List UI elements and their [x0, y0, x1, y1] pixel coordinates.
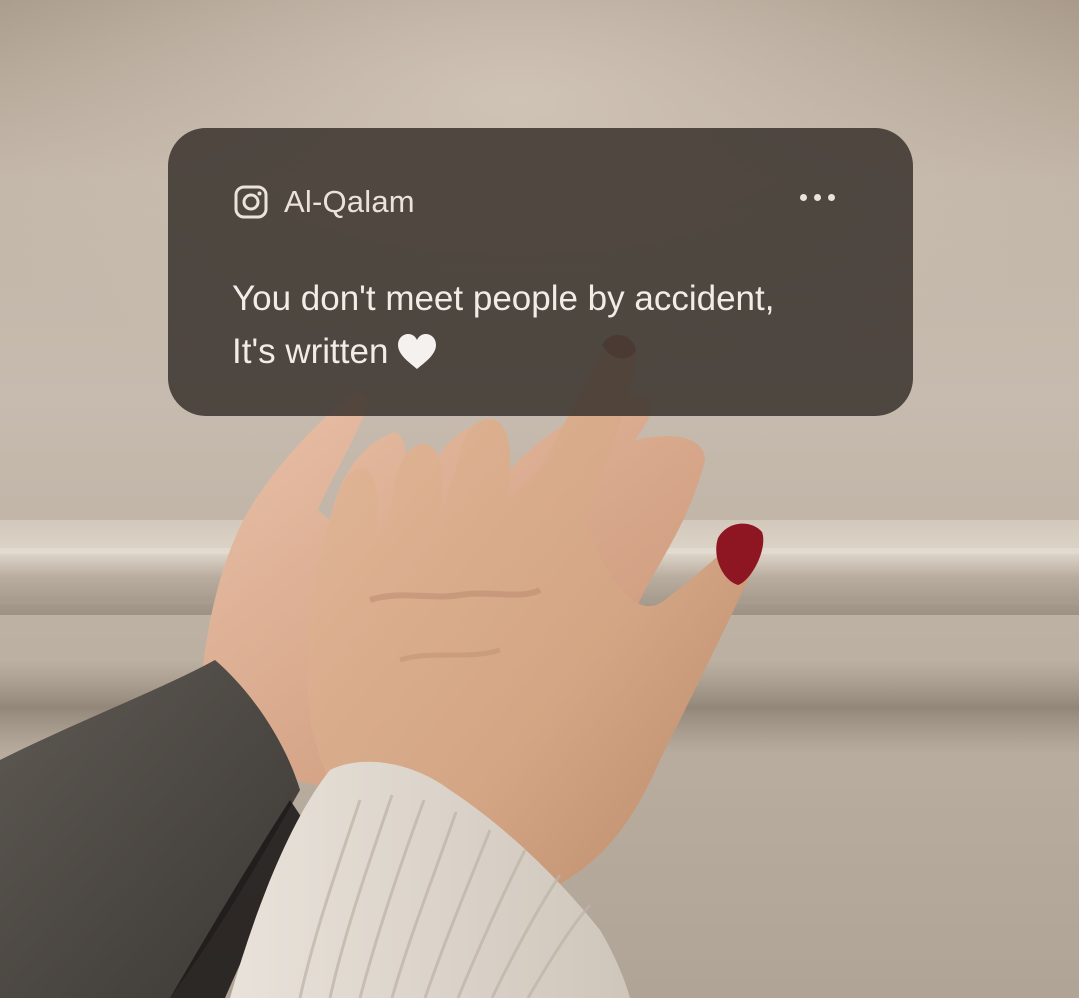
more-horizontal-icon — [800, 194, 807, 201]
quote-text: You don't meet people by accident, It's … — [232, 272, 872, 378]
instagram-icon — [234, 185, 268, 219]
white-heart-icon — [398, 334, 437, 369]
more-options-button[interactable] — [800, 194, 835, 201]
post-card: Al-Qalam You don't meet people by accide… — [168, 128, 913, 416]
quote-line-2: It's written — [232, 332, 389, 371]
quote-line-2-wrapper: It's written — [232, 325, 872, 378]
account-name[interactable]: Al-Qalam — [284, 184, 415, 220]
quote-line-1: You don't meet people by accident, — [232, 279, 775, 318]
post-header: Al-Qalam — [234, 184, 415, 220]
photo-scene: Al-Qalam You don't meet people by accide… — [0, 0, 1079, 998]
